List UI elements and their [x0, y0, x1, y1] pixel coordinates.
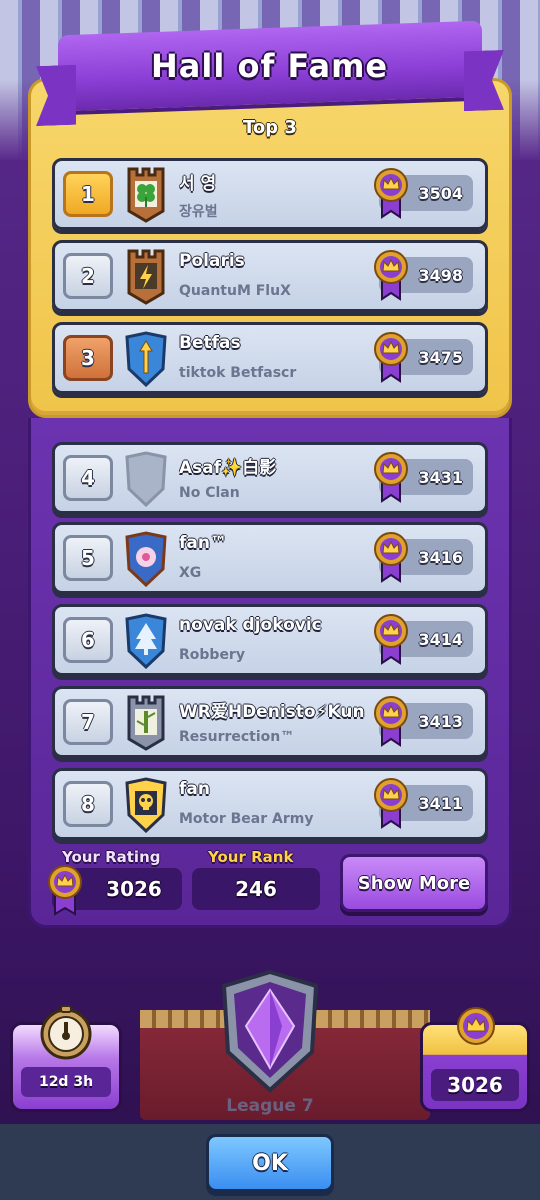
ok-button[interactable]: OK — [206, 1134, 334, 1192]
leaderboard-row-3[interactable]: 3 Betfas tiktok Betfascr 3475 — [52, 322, 488, 394]
arrow-badge-icon — [125, 331, 167, 387]
leaderboard-row-6[interactable]: 6 novak djokovic Robbery 3414 — [52, 604, 488, 676]
crown-medal-icon — [374, 452, 408, 503]
rank-number: 4 — [63, 455, 113, 501]
your-rank-label: Your Rank — [208, 848, 294, 866]
rank-number: 3 — [63, 335, 113, 381]
skull-badge-icon — [125, 777, 167, 833]
your-rank-value: 246 — [192, 868, 320, 910]
rank-number: 5 — [63, 535, 113, 581]
current-trophies: 3026 — [431, 1069, 519, 1101]
player-name: Betfas — [179, 333, 241, 353]
rank-number: 6 — [63, 617, 113, 663]
crown-medal-icon — [374, 250, 408, 301]
player-name: Asaf✨白影 — [179, 458, 277, 478]
crown-medal-icon — [374, 614, 408, 665]
crown-medal-icon — [48, 865, 82, 916]
crown-coin-icon — [457, 1007, 495, 1045]
bamboo-badge-icon — [127, 695, 165, 751]
clan-name: Motor Bear Army — [179, 811, 314, 827]
clan-name: Resurrection™ — [179, 729, 295, 745]
crown-medal-icon — [374, 696, 408, 747]
clan-name: tiktok Betfascr — [179, 365, 297, 381]
clan-name: Robbery — [179, 647, 245, 663]
stopwatch-icon — [40, 1005, 92, 1060]
player-name: fan — [179, 779, 210, 799]
empty-badge-icon — [125, 451, 167, 507]
top3-label: Top 3 — [243, 117, 297, 138]
rank-number: 8 — [63, 781, 113, 827]
league-crystal-icon — [221, 969, 319, 1093]
leaderboard-row-8[interactable]: 8 fan Motor Bear Army 3411 — [52, 768, 488, 840]
leaderboard-row-7[interactable]: 7 WR爱HDenisto⚡Kun Resurrection™ 3413 — [52, 686, 488, 758]
clan-name: QuantuM FluX — [179, 283, 291, 299]
title-ribbon: Hall of Fame — [58, 20, 482, 112]
player-name: 서 영 — [179, 174, 217, 194]
crown-medal-icon — [374, 532, 408, 583]
your-rating-value: 3026 — [106, 877, 162, 901]
crown-medal-icon — [374, 778, 408, 829]
flower-badge-icon — [125, 531, 167, 587]
season-timer: 12d 3h — [21, 1067, 111, 1097]
player-name: WR爱HDenisto⚡Kun — [179, 702, 365, 722]
crown-medal-icon — [374, 168, 408, 219]
page-title: Hall of Fame — [151, 47, 389, 85]
leaderboard-row-4[interactable]: 4 Asaf✨白影 No Clan 3431 — [52, 442, 488, 514]
clan-name: 장유벌 — [179, 204, 218, 220]
clan-name: No Clan — [179, 485, 240, 501]
rank-number: 7 — [63, 699, 113, 745]
tree-badge-icon — [125, 613, 167, 669]
lightning-badge-icon — [127, 249, 165, 305]
leaderboard-row-2[interactable]: 2 Polaris QuantuM FluX 3498 — [52, 240, 488, 312]
player-name: novak djokovic — [179, 615, 322, 635]
leaderboard-row-5[interactable]: 5 fan™ XG 3416 — [52, 522, 488, 594]
player-name: Polaris — [179, 251, 245, 271]
leaderboard-row-1[interactable]: 1 서 영 장유벌 3504 — [52, 158, 488, 230]
show-more-button[interactable]: Show More — [340, 854, 488, 912]
rank-number: 2 — [63, 253, 113, 299]
player-name: fan™ — [179, 533, 227, 553]
crown-medal-icon — [374, 332, 408, 383]
clover-badge-icon — [127, 167, 165, 223]
clan-name: XG — [179, 565, 202, 581]
rank-number: 1 — [63, 171, 113, 217]
